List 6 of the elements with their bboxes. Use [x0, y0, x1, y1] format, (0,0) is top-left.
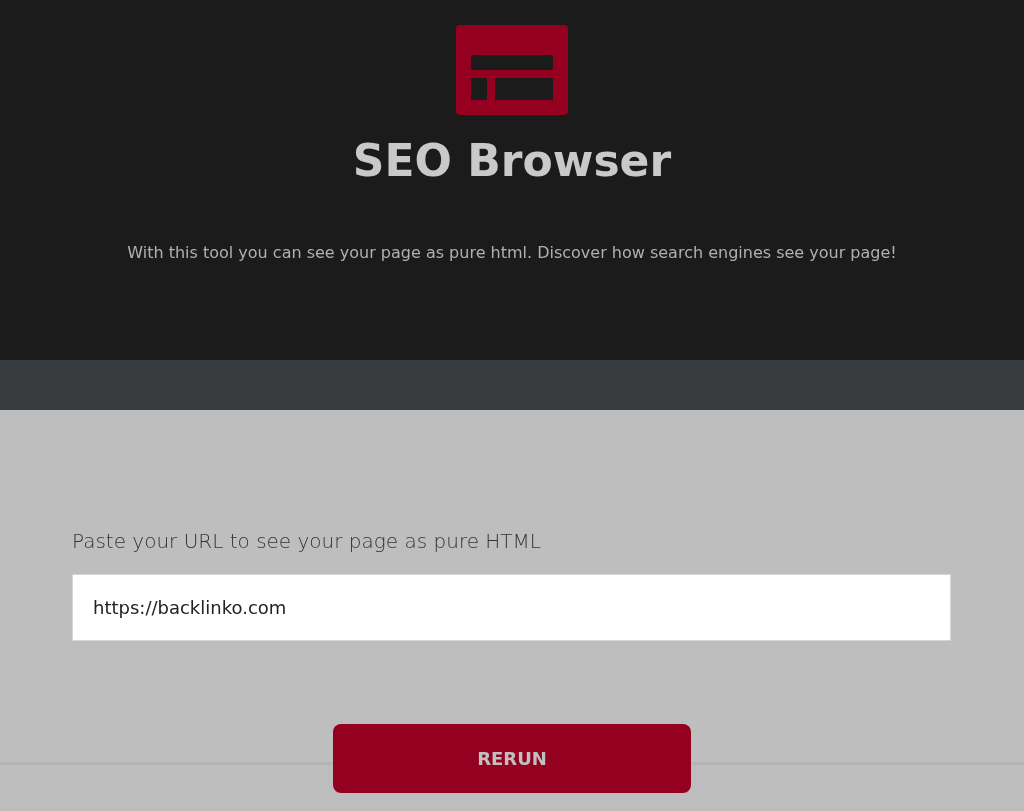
rerun-button[interactable]: RERUN: [333, 724, 691, 793]
url-input-field[interactable]: https://backlinko.com: [72, 574, 951, 641]
page-title: SEO Browser: [352, 139, 672, 183]
page-description: With this tool you can see your page as pure html. Discover how search engines see your page!: [127, 242, 897, 264]
url-label: Paste your URL to see your page as pure HTML: [72, 528, 542, 555]
browser-window-icon: [456, 25, 568, 115]
